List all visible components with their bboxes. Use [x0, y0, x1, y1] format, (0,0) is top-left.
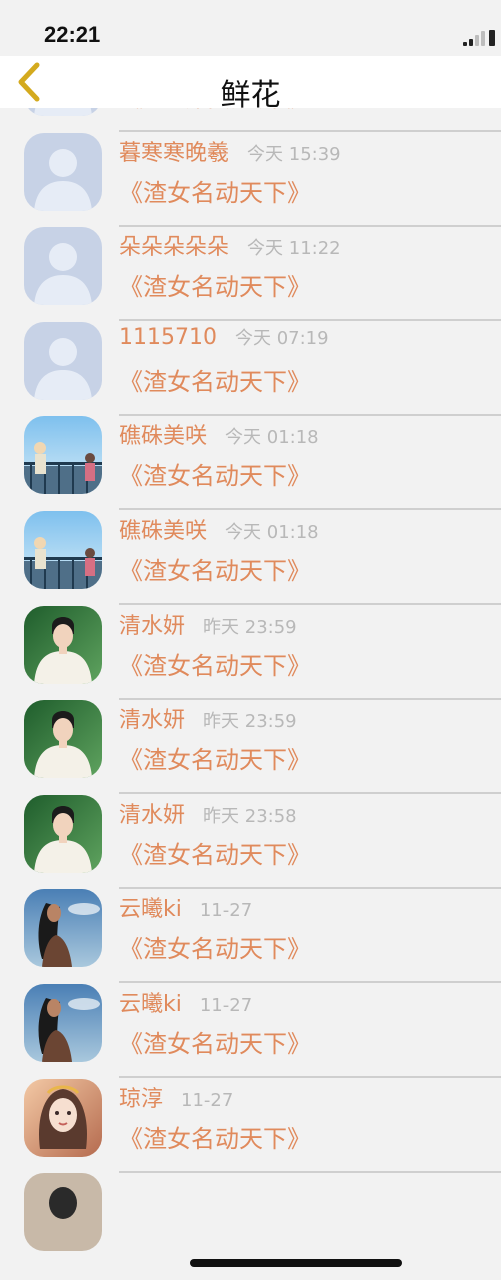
- record-list: 暮寒寒晚羲今天 15:39《渣女名动天下》暮寒寒晚羲今天 15:39《渣女名动天…: [0, 18, 501, 1252]
- avatar[interactable]: [24, 1078, 102, 1157]
- sender-name[interactable]: 礁硃美咲: [119, 424, 207, 449]
- sender-line: 琼淳 11-27: [119, 1081, 233, 1113]
- list-item[interactable]: 清水妍 昨天 23:59 《渣女名动天下》: [0, 586, 501, 700]
- avatar[interactable]: [24, 1173, 102, 1252]
- book-title[interactable]: 《渣女名动天下》: [119, 835, 311, 870]
- avatar[interactable]: [24, 889, 102, 968]
- book-title[interactable]: 《渣女名动天下》: [119, 740, 311, 775]
- home-indicator: [190, 1259, 402, 1267]
- sender-name[interactable]: 云曦ki: [119, 897, 182, 922]
- sender-name[interactable]: 清水妍: [119, 803, 185, 828]
- timestamp: 11-27: [199, 900, 253, 922]
- avatar[interactable]: [24, 510, 102, 589]
- avatar[interactable]: [24, 416, 102, 495]
- timestamp: 今天 15:39: [247, 143, 341, 165]
- book-title[interactable]: 《渣女名动天下》: [119, 456, 311, 491]
- book-title[interactable]: 《渣女名动天下》: [119, 1024, 311, 1059]
- sender-line: 1115710 今天 07:19: [119, 324, 329, 350]
- sender-name[interactable]: 清水妍: [119, 708, 185, 733]
- list-item[interactable]: 礁硃美咲 今天 01:18 《渣女名动天下》: [0, 396, 501, 511]
- sender-line: 礁硃美咲 今天 01:18: [119, 513, 319, 545]
- sender-line: 清水妍 昨天 23:58: [119, 797, 297, 829]
- list-item[interactable]: 礁硃美咲 今天 01:18 《渣女名动天下》: [0, 491, 501, 605]
- timestamp: 今天 11:22: [247, 238, 341, 260]
- book-title[interactable]: 《渣女名动天下》: [119, 173, 311, 208]
- avatar[interactable]: [24, 227, 102, 306]
- avatar[interactable]: [24, 700, 102, 779]
- sender-name[interactable]: 礁硃美咲: [119, 519, 207, 544]
- timestamp: 昨天 23:59: [203, 711, 297, 733]
- sender-name[interactable]: 朵朵朵朵朵: [119, 235, 229, 260]
- navigation-bar: 鲜花: [0, 56, 501, 113]
- signal-icon: [463, 30, 495, 46]
- sender-line: 暮寒寒晚羲今天 15:39: [119, 135, 341, 167]
- list-item[interactable]: 琼淳 11-27 《渣女名动天下》: [0, 1059, 501, 1173]
- sender-name[interactable]: 清水妍: [119, 614, 185, 639]
- list-item[interactable]: 1115710 今天 07:19 《渣女名动天下》: [0, 302, 501, 416]
- timestamp: 今天 07:19: [234, 327, 329, 349]
- avatar[interactable]: [24, 983, 102, 1062]
- avatar[interactable]: [24, 605, 102, 684]
- list-item[interactable]: 清水妍 昨天 23:58 《渣女名动天下》: [0, 775, 501, 889]
- sender-name[interactable]: 云曦ki: [119, 992, 182, 1017]
- list-item[interactable]: 云曦ki 11-27 《渣女名动天下》: [0, 964, 501, 1078]
- timestamp: 11-27: [181, 1089, 234, 1111]
- book-title[interactable]: 《渣女名动天下》: [119, 267, 311, 302]
- timestamp: 今天 01:18: [225, 521, 319, 543]
- sender-line: 朵朵朵朵朵 今天 11:22: [119, 229, 341, 261]
- sender-line: 清水妍 昨天 23:59: [119, 702, 297, 734]
- list-item[interactable]: 暮寒寒晚羲今天 15:39 《渣女名动天下》: [0, 113, 501, 227]
- sender-line: 礁硃美咲 今天 01:18: [119, 418, 319, 450]
- timestamp: 11-27: [199, 994, 253, 1016]
- book-title[interactable]: 《渣女名动天下》: [119, 646, 311, 681]
- sender-name[interactable]: 1115710: [119, 325, 217, 350]
- book-title[interactable]: 《渣女名动天下》: [119, 929, 311, 964]
- list-item[interactable]: [0, 1153, 501, 1252]
- avatar[interactable]: [24, 794, 102, 873]
- book-title[interactable]: 《渣女名动天下》: [119, 1119, 311, 1154]
- timestamp: 昨天 23:59: [203, 616, 297, 638]
- page-title: 鲜花: [220, 78, 281, 113]
- status-time: 22:21: [44, 22, 101, 47]
- list-item[interactable]: 朵朵朵朵朵 今天 11:22 《渣女名动天下》: [0, 207, 501, 322]
- avatar[interactable]: [24, 321, 102, 400]
- sender-line: 清水妍 昨天 23:59: [119, 608, 297, 640]
- sender-line: 云曦ki 11-27: [119, 986, 252, 1018]
- list-item[interactable]: 清水妍 昨天 23:59 《渣女名动天下》: [0, 680, 501, 795]
- sender-name[interactable]: 暮寒寒晚羲: [119, 141, 229, 166]
- timestamp: 昨天 23:58: [203, 805, 297, 827]
- avatar[interactable]: [24, 132, 102, 211]
- timestamp: 今天 01:18: [225, 427, 319, 449]
- sender-name[interactable]: 琼淳: [119, 1087, 163, 1112]
- status-bar: 22:21: [0, 0, 501, 56]
- book-title[interactable]: 《渣女名动天下》: [119, 362, 311, 397]
- book-title[interactable]: 《渣女名动天下》: [119, 551, 311, 586]
- list-item[interactable]: 云曦ki 11-27 《渣女名动天下》: [0, 869, 501, 984]
- sender-line: 云曦ki 11-27: [119, 891, 252, 923]
